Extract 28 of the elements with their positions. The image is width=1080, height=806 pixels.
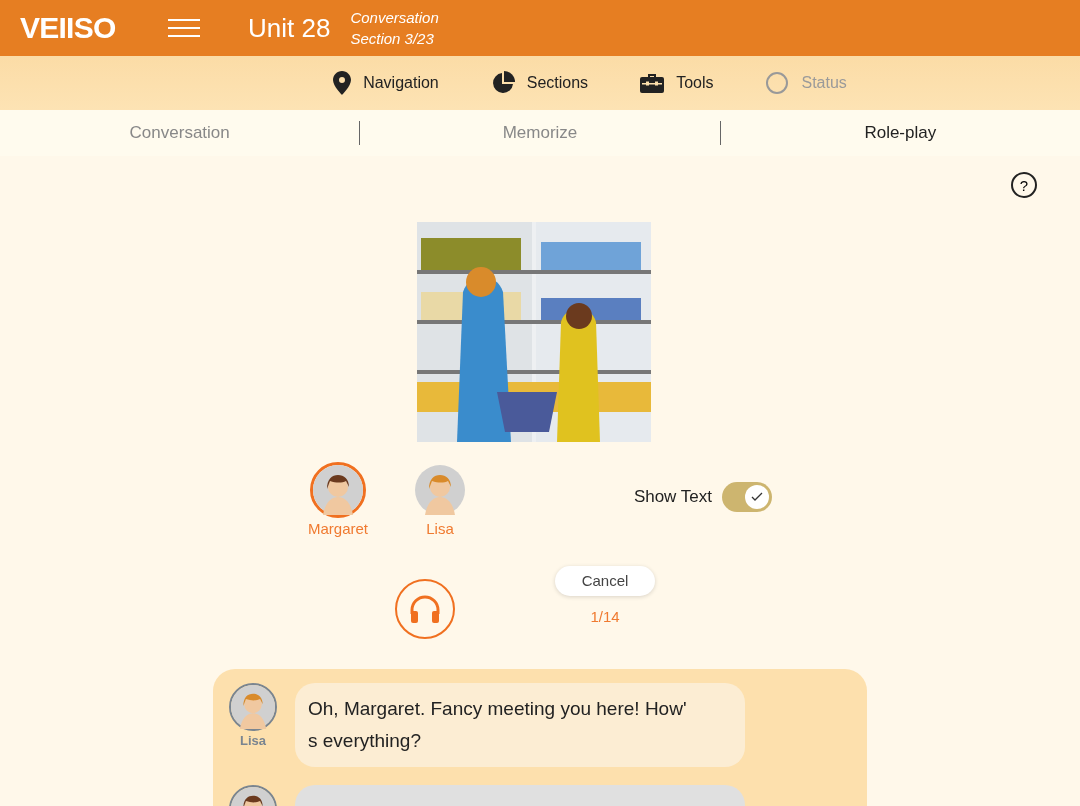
- unit-title: Unit 28: [248, 11, 331, 45]
- tab[interactable]: Role-play: [720, 120, 1080, 146]
- circle-icon: [765, 71, 790, 95]
- location-pin-icon: [333, 71, 352, 95]
- pie-chart-icon: [490, 71, 515, 95]
- avatar-icon: [231, 685, 275, 729]
- logo: VEIISO: [20, 13, 117, 43]
- check-icon: [751, 492, 763, 502]
- progress-counter: 1/14: [590, 607, 620, 627]
- speaker-name: Lisa: [240, 732, 266, 750]
- section-counter: Section 3/23: [350, 29, 435, 49]
- avatar-icon: [313, 465, 363, 515]
- nav-button[interactable]: Navigation: [333, 71, 439, 95]
- listen-button[interactable]: [395, 579, 455, 639]
- show-text-switch[interactable]: [722, 482, 772, 512]
- toolbox-icon: [640, 73, 665, 93]
- message-bubble: Oh, Margaret. Fancy meeting you here! How' s everything?: [295, 683, 745, 767]
- help-button[interactable]: ?: [1011, 172, 1037, 198]
- section-name: Conversation: [350, 8, 439, 28]
- nav-button[interactable]: Sections: [490, 71, 589, 95]
- menu-icon[interactable]: [168, 19, 200, 37]
- avatar-icon: [415, 465, 465, 515]
- tab[interactable]: Conversation: [0, 120, 360, 146]
- nav-button[interactable]: Tools: [640, 71, 714, 95]
- cancel-button[interactable]: Cancel: [555, 566, 655, 596]
- tab[interactable]: Memorize: [360, 120, 720, 146]
- toggle-label: Show Text: [633, 486, 712, 509]
- headphones-icon: [409, 594, 441, 624]
